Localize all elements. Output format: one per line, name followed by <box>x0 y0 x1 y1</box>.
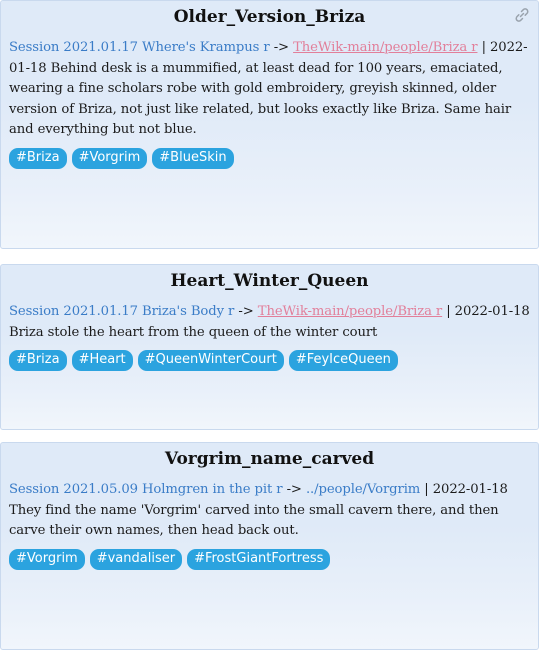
arrow-separator: -> <box>286 482 302 497</box>
target-link[interactable]: TheWik-main/people/Briza r <box>258 304 442 319</box>
target-link[interactable]: TheWik-main/people/Briza r <box>293 40 477 55</box>
tag-list: #Vorgrim #vandaliser #FrostGiantFortress <box>9 548 530 570</box>
card-body: Session 2021.01.17 Briza's Body r -> The… <box>9 302 530 343</box>
arrow-separator: -> <box>273 40 289 55</box>
tag-blueskin[interactable]: #BlueSkin <box>152 147 234 169</box>
tag-list: #Briza #Vorgrim #BlueSkin <box>9 147 530 169</box>
session-link[interactable]: Session 2021.05.09 Holmgren in the pit r <box>9 482 283 497</box>
tag-vorgrim[interactable]: #Vorgrim <box>9 548 85 570</box>
tag-vorgrim[interactable]: #Vorgrim <box>71 147 148 169</box>
session-link[interactable]: Session 2021.01.17 Briza's Body r <box>9 304 234 319</box>
card-body: Session 2021.01.17 Where's Krampus r -> … <box>9 38 530 141</box>
tag-list: #Briza #Heart #QueenWinterCourt #FeyIceQ… <box>9 350 530 371</box>
arrow-separator: -> <box>238 304 254 319</box>
note-card-heart-winter-queen: Heart_Winter_Queen Session 2021.01.17 Br… <box>0 264 539 430</box>
tag-briza[interactable]: #Briza <box>9 147 67 169</box>
tag-vandaliser[interactable]: #vandaliser <box>89 548 183 570</box>
session-link[interactable]: Session 2021.01.17 Where's Krampus r <box>9 40 270 55</box>
link-icon[interactable] <box>512 5 532 25</box>
target-link[interactable]: ../people/Vorgrim <box>306 482 420 497</box>
card-title: Vorgrim_name_carved <box>164 449 375 469</box>
card-title: Older_Version_Briza <box>173 7 366 27</box>
tag-feyicequeen[interactable]: #FeyIceQueen <box>288 350 398 371</box>
card-title: Heart_Winter_Queen <box>170 271 369 291</box>
tag-queenwintercourt[interactable]: #QueenWinterCourt <box>137 350 284 371</box>
card-body: Session 2021.05.09 Holmgren in the pit r… <box>9 480 530 542</box>
note-card-vorgrim-name-carved: Vorgrim_name_carved Session 2021.05.09 H… <box>0 442 539 650</box>
note-card-older-version-briza: Older_Version_Briza Session 2021.01.17 W… <box>0 0 539 249</box>
tag-frostgiantfortress[interactable]: #FrostGiantFortress <box>187 548 331 570</box>
tag-briza[interactable]: #Briza <box>9 350 67 371</box>
tag-heart[interactable]: #Heart <box>71 350 133 371</box>
